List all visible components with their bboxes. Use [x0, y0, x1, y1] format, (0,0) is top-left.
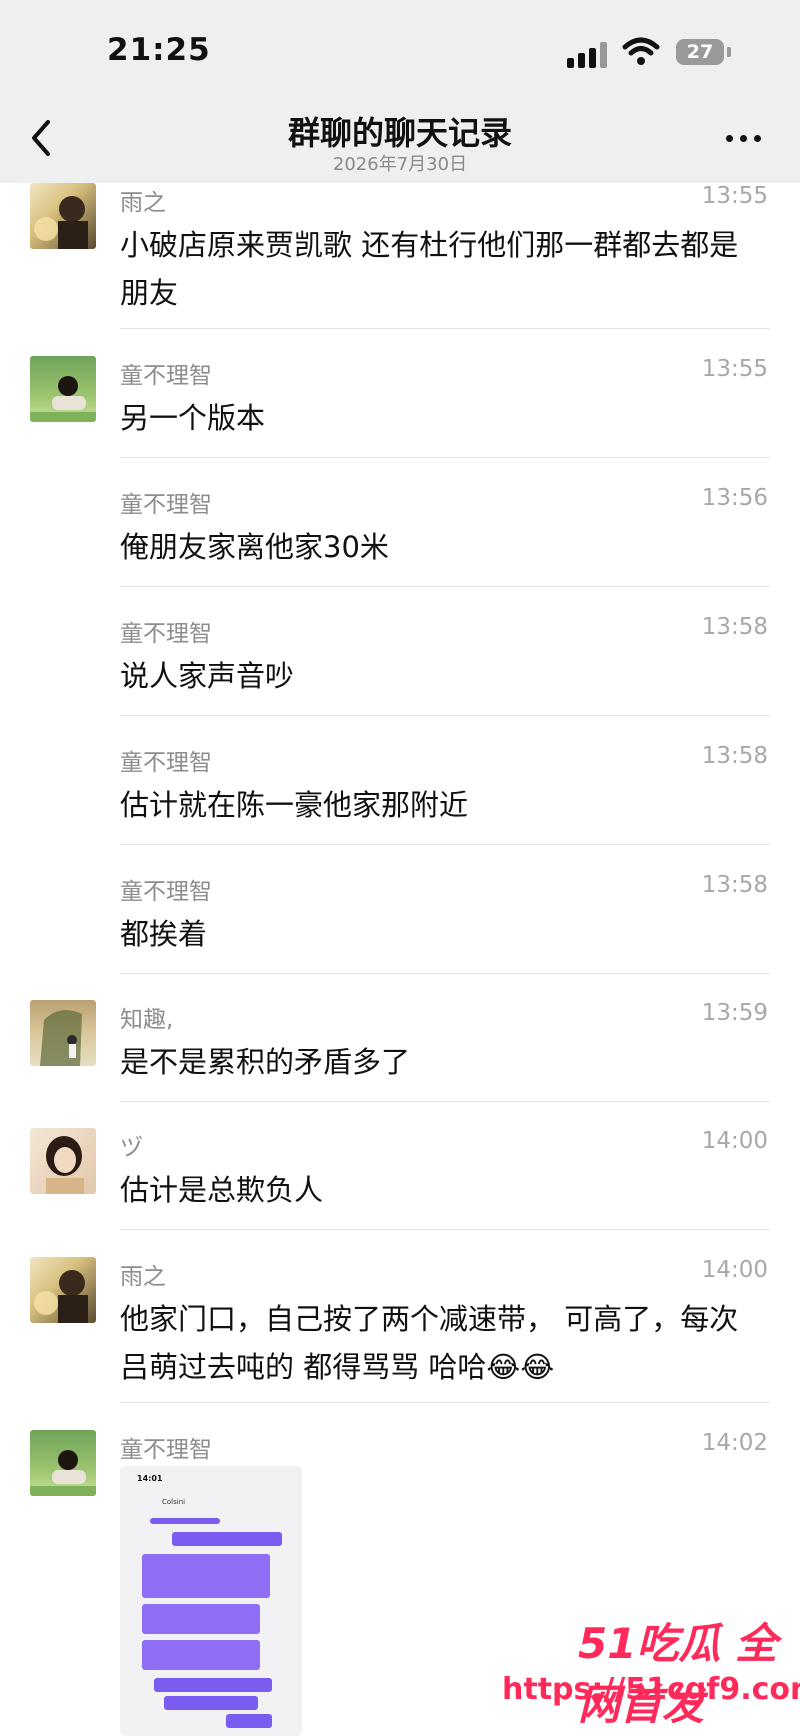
sender-name: ヅ: [120, 1135, 143, 1161]
message-time: 13:55: [701, 356, 768, 382]
status-time: 21:25: [107, 32, 211, 68]
message-time: 13:56: [701, 485, 768, 511]
watermark-brand: 51吃瓜 全网首发: [578, 1619, 778, 1729]
divider: [120, 328, 770, 329]
message-row: 童不理智 13:58 都挨着: [0, 872, 800, 972]
sender-name: 童不理智: [120, 492, 212, 518]
message-time: 14:00: [701, 1257, 768, 1283]
nested-bubble: [142, 1554, 270, 1598]
battery-tip: [727, 47, 731, 57]
divider: [120, 457, 770, 458]
message-text: 说人家声音吵: [120, 659, 295, 693]
message-time: 13:55: [701, 183, 768, 209]
divider: [120, 844, 770, 845]
sender-name: 童不理智: [120, 879, 212, 905]
message-time: 13:59: [701, 1000, 768, 1026]
nested-bubble: [164, 1696, 258, 1710]
nested-bubble: [150, 1518, 220, 1524]
avatar-zhiqu-image: [40, 1010, 82, 1066]
watermark-url: https://51cgf9.com: [502, 1672, 800, 1707]
message-row: 童不理智 13:58 说人家声音吵: [0, 614, 800, 714]
avatar[interactable]: [30, 356, 96, 422]
sender-name: 童不理智: [120, 1437, 212, 1463]
message-text: 估计就在陈一豪他家那附近: [120, 788, 469, 822]
message-text: 小破店原来贾凯歌 还有杜行他们那一群都去都是朋友: [120, 228, 739, 310]
message-text: 俺朋友家离他家30米: [120, 530, 389, 564]
message-row: 知趣, 13:59 是不是累积的矛盾多了: [0, 1000, 800, 1100]
message-row: 童不理智 13:55 另一个版本: [0, 356, 800, 456]
message-time: 13:58: [701, 743, 768, 769]
battery-indicator: 27: [676, 39, 724, 65]
avatar-yuzhi-image: [34, 196, 88, 249]
divider: [120, 1402, 770, 1403]
sender-name: 童不理智: [120, 363, 212, 389]
nested-bubble: [172, 1532, 282, 1546]
nested-bubble: [142, 1640, 260, 1670]
divider: [120, 1229, 770, 1230]
message-text: 是不是累积的矛盾多了: [120, 1045, 411, 1079]
message-time: 13:58: [701, 872, 768, 898]
avatar-tongbulizhi-image: [30, 376, 96, 422]
message-text: 估计是总欺负人: [120, 1173, 324, 1207]
message-text: 他家门口，自己按了两个减速带， 可高了，每次吕萌过去吨的 都得骂骂 哈哈😂😂: [120, 1302, 739, 1384]
wifi-icon: [622, 37, 660, 65]
sender-name: 童不理智: [120, 750, 212, 776]
avatar[interactable]: [30, 1128, 96, 1194]
message-row: 雨之 13:55 小破店原来贾凯歌 还有杜行他们那一群都去都是朋友: [0, 183, 800, 328]
sender-name: 雨之: [120, 190, 166, 216]
nested-bubble: [154, 1678, 272, 1692]
avatar-zu-image: [46, 1136, 84, 1194]
avatar[interactable]: [30, 1000, 96, 1066]
image-attachment[interactable]: 14:01 Colsini: [120, 1466, 302, 1736]
message-row: 童不理智 13:58 估计就在陈一豪他家那附近: [0, 743, 800, 843]
more-options-icon[interactable]: [724, 132, 764, 146]
top-bar: 21:25 27 群聊的聊天记录 2026年7月30日: [0, 0, 800, 183]
message-text: 都挨着: [120, 917, 208, 951]
divider: [120, 1101, 770, 1102]
nested-bubble: [226, 1714, 272, 1728]
avatar[interactable]: [30, 1257, 96, 1323]
message-time: 14:02: [701, 1430, 768, 1456]
nested-bubble: [142, 1604, 260, 1634]
avatar-tongbulizhi-image: [30, 1450, 96, 1496]
message-row: ヅ 14:00 估计是总欺负人: [0, 1128, 800, 1228]
sender-name: 知趣,: [120, 1007, 174, 1033]
page-date: 2026年7月30日: [332, 154, 468, 175]
nested-status-time: 14:01: [137, 1474, 163, 1483]
sender-name: 雨之: [120, 1264, 166, 1290]
avatar-yuzhi-image: [34, 1270, 88, 1323]
cellular-signal-icon: [567, 40, 611, 68]
divider: [120, 973, 770, 974]
avatar[interactable]: [30, 183, 96, 249]
message-row: 童不理智 13:56 俺朋友家离他家30米: [0, 485, 800, 585]
message-time: 14:00: [701, 1128, 768, 1154]
message-text: 另一个版本: [120, 401, 266, 435]
sender-name: 童不理智: [120, 621, 212, 647]
message-time: 13:58: [701, 614, 768, 640]
divider: [120, 715, 770, 716]
page-title: 群聊的聊天记录: [287, 114, 512, 152]
avatar[interactable]: [30, 1430, 96, 1496]
divider: [120, 586, 770, 587]
message-row: 雨之 14:00 他家门口，自己按了两个减速带， 可高了，每次吕萌过去吨的 都得…: [0, 1257, 800, 1402]
nested-contact-name: Colsini: [162, 1498, 186, 1506]
